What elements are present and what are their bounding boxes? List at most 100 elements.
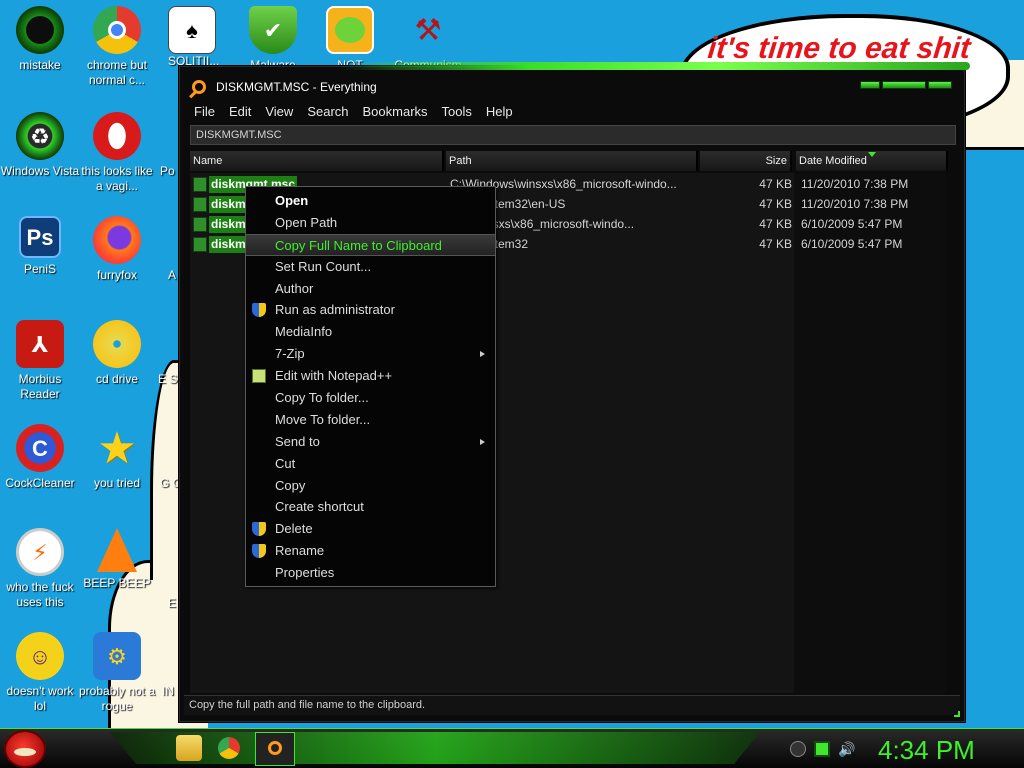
column-header-date-modified[interactable]: Date Modified bbox=[796, 151, 948, 171]
settings-gears-icon: ⚙ bbox=[93, 632, 141, 680]
taskbar-everything-button[interactable] bbox=[255, 732, 295, 766]
title-bar[interactable]: DISKMGMT.MSC - Everything bbox=[180, 75, 966, 99]
maximize-button[interactable] bbox=[882, 81, 926, 89]
desktop-icon-penis[interactable]: Ps PeniS bbox=[0, 216, 80, 277]
menu-item-run-as-admin[interactable]: Run as administrator bbox=[246, 299, 495, 321]
menu-tools[interactable]: Tools bbox=[442, 104, 472, 119]
minimize-button[interactable] bbox=[860, 81, 880, 89]
menu-item-edit-notepad[interactable]: Edit with Notepad++ bbox=[246, 365, 495, 387]
desktop-icon-who-uses-this[interactable]: ⚡ who the fuck uses this bbox=[0, 528, 80, 610]
desktop-icon-label: chrome but normal c... bbox=[86, 58, 148, 87]
close-button[interactable] bbox=[928, 81, 952, 89]
desktop-icon-windows-vista[interactable]: ♻ Windows Vista bbox=[0, 112, 80, 179]
desktop-icon-furryfox[interactable]: furryfox bbox=[77, 216, 157, 283]
search-input[interactable]: DISKMGMT.MSC bbox=[190, 125, 956, 145]
uac-shield-icon bbox=[252, 522, 266, 537]
vlc-cone-icon bbox=[97, 528, 137, 572]
ccleaner-icon: C bbox=[16, 424, 64, 472]
tray-back-icon[interactable] bbox=[790, 741, 806, 757]
desktop-icon-opera[interactable]: this looks like a vagi... bbox=[77, 112, 157, 194]
file-name: diskm bbox=[209, 196, 248, 213]
desktop-icon-label: this looks like a vagi... bbox=[81, 164, 153, 193]
msc-file-icon bbox=[193, 197, 207, 212]
menu-item-delete[interactable]: Delete bbox=[246, 518, 495, 540]
photoshop-icon: Ps bbox=[19, 216, 61, 258]
desktop-icon-cd-drive[interactable]: cd drive bbox=[77, 320, 157, 387]
file-date: 6/10/2009 5:47 PM bbox=[801, 217, 903, 231]
desktop-icon-chrome[interactable]: chrome but normal c... bbox=[77, 6, 157, 88]
desktop-icon-mistake[interactable]: mistake bbox=[0, 6, 80, 73]
menu-item-create-shortcut[interactable]: Create shortcut bbox=[246, 496, 495, 518]
taskbar-glow bbox=[110, 732, 760, 764]
taskbar-chrome-icon[interactable] bbox=[218, 737, 240, 759]
desktop-icon-morbius-reader[interactable]: ⅄ Morbius Reader bbox=[0, 320, 80, 402]
file-name: diskm bbox=[209, 236, 248, 253]
desktop-icon-doesnt-work[interactable]: ☺ doesn't work lol bbox=[0, 632, 80, 714]
file-date: 11/20/2010 7:38 PM bbox=[801, 197, 909, 211]
opera-icon bbox=[93, 112, 141, 160]
menu-item-copy-full-name[interactable]: Copy Full Name to Clipboard bbox=[246, 233, 495, 256]
desktop-icon-malware[interactable]: ✔ Malware bbox=[233, 6, 313, 73]
uac-shield-icon bbox=[252, 303, 266, 318]
firefox-icon bbox=[93, 216, 141, 264]
menu-item-author[interactable]: Author bbox=[246, 278, 495, 300]
menu-item-7zip[interactable]: 7-Zip bbox=[246, 343, 495, 365]
start-button-angry-bird-icon[interactable] bbox=[4, 730, 46, 768]
system-tray: 🔊 bbox=[790, 741, 855, 757]
menu-item-label: 7-Zip bbox=[275, 346, 305, 362]
desktop-icon-you-tried[interactable]: ★ you tried bbox=[77, 424, 157, 491]
menu-item-rename[interactable]: Rename bbox=[246, 540, 495, 562]
menu-item-label: Send to bbox=[275, 433, 320, 449]
desktop-icon-cockcleaner[interactable]: C CockCleaner bbox=[0, 424, 80, 491]
menu-item-send-to[interactable]: Send to bbox=[246, 431, 495, 453]
desktop-icon-beep-beep[interactable]: BEEP BEEP bbox=[77, 528, 157, 591]
file-size: 47 KB bbox=[759, 177, 792, 191]
menu-search[interactable]: Search bbox=[307, 104, 348, 119]
menu-item-set-run-count[interactable]: Set Run Count... bbox=[246, 256, 495, 278]
column-header-name[interactable]: Name bbox=[190, 151, 444, 171]
menu-item-copy-to-folder[interactable]: Copy To folder... bbox=[246, 387, 495, 409]
submenu-arrow-icon bbox=[480, 351, 485, 358]
submenu-arrow-icon bbox=[480, 438, 485, 445]
tray-volume-icon[interactable]: 🔊 bbox=[838, 741, 855, 757]
file-size: 47 KB bbox=[759, 217, 792, 231]
menu-bookmarks[interactable]: Bookmarks bbox=[363, 104, 428, 119]
menu-item-mediainfo[interactable]: MediaInfo bbox=[246, 321, 495, 343]
menu-item-cut[interactable]: Cut bbox=[246, 453, 495, 475]
column-header-date-label: Date Modified bbox=[799, 155, 867, 167]
column-header-path[interactable]: Path bbox=[446, 151, 698, 171]
context-menu: Open Open Path Copy Full Name to Clipboa… bbox=[245, 186, 496, 587]
menu-item-properties[interactable]: Properties bbox=[246, 562, 495, 584]
menu-item-move-to-folder[interactable]: Move To folder... bbox=[246, 409, 495, 431]
window-controls bbox=[860, 81, 952, 89]
desktop-icon-solitaire[interactable]: ♠ SOLITII... bbox=[168, 6, 228, 69]
notepad-plus-plus-icon bbox=[252, 369, 266, 384]
angry-birds-pig-icon bbox=[326, 6, 374, 54]
file-name: diskm bbox=[209, 216, 248, 233]
menu-edit[interactable]: Edit bbox=[229, 104, 251, 119]
desktop-icon-label: you tried bbox=[93, 476, 141, 490]
magnifier-icon bbox=[268, 741, 282, 755]
window-title: DISKMGMT.MSC - Everything bbox=[216, 80, 377, 94]
resize-grip-icon[interactable] bbox=[954, 711, 960, 717]
desktop-icon-label: CockCleaner bbox=[5, 476, 75, 490]
taskbar-clock[interactable]: 4:34 PM bbox=[878, 735, 975, 766]
menu-file[interactable]: File bbox=[194, 104, 215, 119]
menu-item-copy[interactable]: Copy bbox=[246, 475, 495, 497]
tray-network-icon[interactable] bbox=[814, 741, 830, 757]
menu-help[interactable]: Help bbox=[486, 104, 513, 119]
file-size: 47 KB bbox=[759, 197, 792, 211]
menu-item-open[interactable]: Open bbox=[246, 190, 495, 212]
taskbar-explorer-folder-icon[interactable] bbox=[176, 735, 202, 761]
menu-item-open-path[interactable]: Open Path bbox=[246, 212, 495, 234]
chrome-icon bbox=[93, 6, 141, 54]
column-header-size[interactable]: Size bbox=[700, 151, 792, 171]
msc-file-icon bbox=[193, 237, 207, 252]
desktop-icon-probably-not-a-rogue[interactable]: ⚙ probably not a rogue bbox=[77, 632, 157, 714]
menu-view[interactable]: View bbox=[265, 104, 293, 119]
desktop-icon-label: furryfox bbox=[96, 268, 137, 282]
window-glow-bar bbox=[340, 62, 970, 70]
recycle-bin-icon: ♻ bbox=[16, 112, 64, 160]
msc-file-icon bbox=[193, 217, 207, 232]
cards-icon: ♠ bbox=[168, 6, 216, 54]
